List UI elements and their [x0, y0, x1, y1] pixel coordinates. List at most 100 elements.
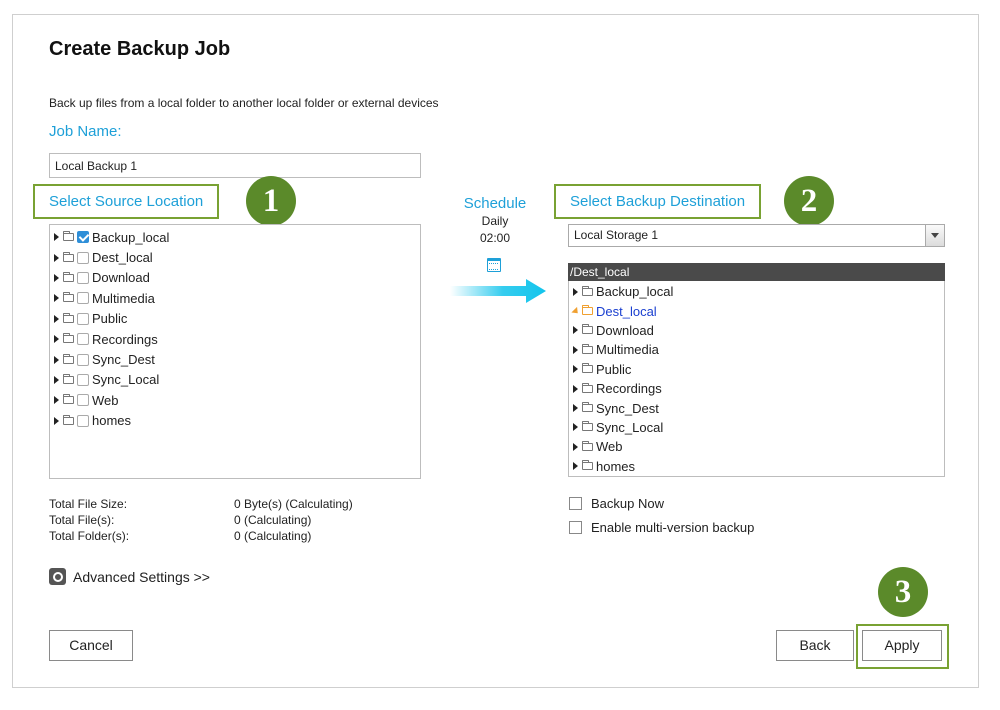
source-tree-item[interactable]: Sync_Local [50, 370, 420, 390]
folder-icon [63, 251, 74, 262]
destination-tree-item[interactable]: homes [569, 457, 944, 476]
destination-tree-item[interactable]: Sync_Local [569, 418, 944, 437]
source-tree-item-label: homes [92, 413, 132, 429]
expand-arrow-icon[interactable] [54, 355, 59, 364]
destination-tree-item[interactable]: Recordings [569, 379, 944, 398]
back-button[interactable]: Back [776, 630, 854, 661]
stat-row: Total Folder(s): 0 (Calculating) [49, 528, 353, 544]
calendar-icon[interactable] [487, 258, 501, 272]
folder-icon [582, 343, 593, 354]
source-folder-tree[interactable]: Backup_local Dest_local Download Multime… [49, 224, 421, 479]
destination-tree-item[interactable]: Public [569, 360, 944, 379]
backup-destination-title: Select Backup Destination [554, 184, 762, 219]
expand-arrow-icon[interactable] [54, 314, 59, 323]
expand-arrow-icon[interactable] [54, 294, 59, 303]
multi-version-option[interactable]: Enable multi-version backup [569, 520, 754, 535]
expand-arrow-icon[interactable] [54, 375, 59, 384]
folder-icon [582, 460, 593, 471]
source-stats: Total File Size: 0 Byte(s) (Calculating)… [49, 496, 353, 544]
cancel-button[interactable]: Cancel [49, 630, 133, 661]
destination-tree-item-selected[interactable]: Dest_local [569, 301, 944, 320]
folder-checkbox[interactable] [77, 231, 89, 244]
expand-arrow-icon[interactable] [573, 287, 578, 296]
source-tree-item-label: Sync_Dest [92, 352, 155, 368]
folder-checkbox[interactable] [77, 312, 89, 325]
multi-version-label: Enable multi-version backup [591, 520, 755, 535]
advanced-settings-link[interactable]: Advanced Settings >> [49, 568, 210, 585]
source-tree-item[interactable]: Backup_local [50, 227, 420, 247]
folder-icon [63, 333, 74, 344]
expand-arrow-icon[interactable] [54, 335, 59, 344]
folder-checkbox[interactable] [77, 271, 89, 284]
source-tree-item-label: Web [92, 392, 119, 408]
destination-tree-item-label: homes [596, 458, 636, 474]
source-tree-item[interactable]: Dest_local [50, 247, 420, 267]
destination-tree-item[interactable]: Backup_local [569, 282, 944, 301]
source-tree-item[interactable]: Web [50, 390, 420, 410]
source-tree-item[interactable]: Sync_Dest [50, 349, 420, 369]
folder-icon [582, 363, 593, 374]
folder-checkbox[interactable] [77, 333, 89, 346]
folder-icon [63, 394, 74, 405]
source-tree-item-label: Download [92, 270, 150, 286]
source-tree-item-label: Recordings [92, 331, 158, 347]
apply-button[interactable]: Apply [862, 630, 942, 661]
expand-arrow-icon[interactable] [54, 253, 59, 262]
gear-icon [49, 568, 66, 585]
multi-version-checkbox[interactable] [569, 521, 582, 534]
backup-now-checkbox[interactable] [569, 497, 582, 510]
folder-checkbox[interactable] [77, 394, 89, 407]
expand-arrow-icon[interactable] [54, 273, 59, 282]
destination-tree-item[interactable]: Download [569, 321, 944, 340]
expand-arrow-icon[interactable] [573, 365, 578, 374]
step-1-badge: 1 [246, 176, 296, 226]
stat-key: Total Folder(s): [49, 529, 130, 543]
folder-icon [63, 271, 74, 282]
expand-arrow-icon[interactable] [573, 462, 578, 471]
expand-arrow-icon[interactable] [573, 442, 578, 451]
expanded-arrow-icon[interactable] [571, 306, 581, 316]
source-tree-item[interactable]: Public [50, 309, 420, 329]
destination-storage-select[interactable]: Local Storage 1 [568, 224, 945, 247]
source-tree-item-label: Public [92, 311, 128, 327]
expand-arrow-icon[interactable] [573, 384, 578, 393]
source-tree-item-label: Dest_local [92, 250, 153, 266]
source-tree-item[interactable]: homes [50, 411, 420, 431]
stat-key: Total File(s): [49, 513, 115, 527]
job-name-input[interactable] [49, 153, 421, 178]
destination-tree-item[interactable]: Sync_Dest [569, 398, 944, 417]
expand-arrow-icon[interactable] [54, 416, 59, 425]
folder-checkbox[interactable] [77, 292, 89, 305]
job-name-label: Job Name: [49, 123, 122, 140]
folder-icon [582, 285, 593, 296]
destination-tree-item-label: Download [596, 322, 654, 338]
backup-now-option[interactable]: Backup Now [569, 496, 664, 511]
folder-icon [63, 292, 74, 303]
expand-arrow-icon[interactable] [54, 233, 59, 242]
stat-value: 0 Byte(s) (Calculating) [234, 497, 353, 511]
destination-folder-tree[interactable]: Backup_local Dest_local Download Multime… [568, 281, 945, 477]
expand-arrow-icon[interactable] [573, 404, 578, 413]
destination-tree-item[interactable]: Multimedia [569, 340, 944, 359]
expand-arrow-icon[interactable] [573, 345, 578, 354]
folder-icon [582, 440, 593, 451]
destination-tree-item[interactable]: Web [569, 437, 944, 456]
dialog-description: Back up files from a local folder to ano… [49, 96, 439, 110]
folder-checkbox[interactable] [77, 353, 89, 366]
destination-tree-item-label: Sync_Dest [596, 400, 659, 416]
folder-icon [63, 353, 74, 364]
source-tree-item[interactable]: Recordings [50, 329, 420, 349]
step-2-badge: 2 [784, 176, 834, 226]
folder-checkbox[interactable] [77, 251, 89, 264]
source-tree-item[interactable]: Download [50, 268, 420, 288]
expand-arrow-icon[interactable] [573, 423, 578, 432]
folder-checkbox[interactable] [77, 414, 89, 427]
folder-icon [63, 231, 74, 242]
expand-arrow-icon[interactable] [54, 396, 59, 405]
chevron-down-icon[interactable] [925, 225, 944, 246]
step-3-badge: 3 [878, 567, 928, 617]
expand-arrow-icon[interactable] [573, 326, 578, 335]
source-tree-item-label: Sync_Local [92, 372, 160, 388]
folder-checkbox[interactable] [77, 373, 89, 386]
source-tree-item[interactable]: Multimedia [50, 288, 420, 308]
